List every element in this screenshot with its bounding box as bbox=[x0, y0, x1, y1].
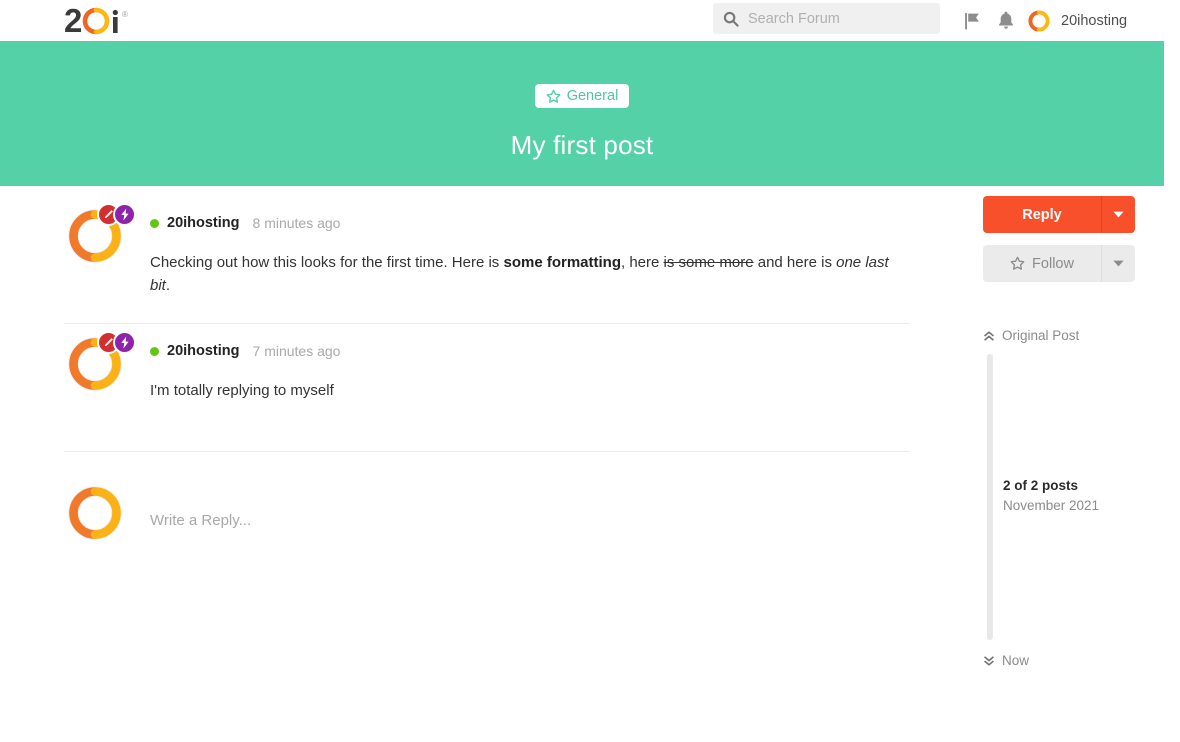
avatar bbox=[64, 482, 126, 544]
badge-bolt-icon[interactable] bbox=[113, 331, 136, 354]
post-actions-sidebar: Reply Follow Original Post 2 of 2 posts … bbox=[983, 196, 1135, 668]
reply-dropdown-toggle[interactable] bbox=[1101, 196, 1135, 233]
post-timeline: Original Post 2 of 2 posts November 2021… bbox=[983, 328, 1135, 668]
post-text-part-2: , here bbox=[621, 254, 664, 271]
reply-input[interactable]: Write a Reply... bbox=[64, 482, 910, 529]
svg-text:2: 2 bbox=[64, 6, 82, 36]
timeline-top-label: Original Post bbox=[1002, 328, 1080, 343]
follow-button-label: Follow bbox=[1032, 255, 1074, 272]
topic-banner: General My first post bbox=[0, 41, 1164, 186]
post-text-part-1: Checking out how this looks for the firs… bbox=[150, 254, 504, 271]
post-header: 20ihosting 8 minutes ago bbox=[64, 196, 910, 231]
star-outline-icon bbox=[1010, 256, 1025, 270]
timeline-post-count: 2 of 2 posts bbox=[1003, 478, 1079, 493]
20i-logo[interactable]: 2 ® bbox=[64, 3, 144, 39]
avatar-badge-group bbox=[97, 331, 136, 354]
user-name-label: 20ihosting bbox=[1061, 12, 1128, 29]
post-body: Checking out how this looks for the firs… bbox=[64, 231, 910, 297]
reply-composer[interactable]: Write a Reply... bbox=[64, 452, 910, 592]
star-outline-icon bbox=[546, 89, 561, 103]
avatar-badge-group bbox=[97, 203, 136, 226]
double-chevron-down-icon bbox=[984, 655, 994, 666]
post-text-strikethrough: is some more bbox=[663, 254, 754, 271]
timeline-bottom-label: Now bbox=[1002, 653, 1030, 668]
timeline-jump-to-original[interactable]: Original Post bbox=[983, 328, 1135, 343]
badge-bolt-icon[interactable] bbox=[113, 203, 136, 226]
post-body: I'm totally replying to myself bbox=[150, 382, 334, 399]
follow-split-button: Follow bbox=[983, 245, 1135, 282]
online-status-dot bbox=[150, 218, 159, 228]
chevron-down-icon bbox=[1113, 260, 1124, 267]
timeline-scrollbar[interactable] bbox=[987, 354, 993, 640]
reply-button[interactable]: Reply bbox=[983, 196, 1101, 233]
search-input[interactable] bbox=[748, 4, 928, 33]
timeline-date: November 2021 bbox=[1003, 497, 1100, 513]
post-text-bold: some formatting bbox=[503, 254, 621, 271]
search-box[interactable] bbox=[713, 3, 940, 34]
follow-dropdown-toggle[interactable] bbox=[1101, 245, 1135, 282]
category-badge-label: General bbox=[566, 87, 619, 104]
post-author[interactable]: 20ihosting bbox=[167, 215, 240, 231]
timeline-position-label: 2 of 2 posts November 2021 bbox=[1003, 476, 1099, 515]
top-navigation-bar: 2 ® Search Forum 20ihosting bbox=[0, 0, 1164, 41]
post-list: 20ihosting 8 minutes ago Checking out ho… bbox=[64, 196, 910, 592]
search-icon bbox=[723, 11, 739, 27]
topbar-icon-group bbox=[955, 0, 1023, 41]
page-title: My first post bbox=[510, 130, 654, 160]
avatar[interactable] bbox=[64, 203, 136, 267]
post-timestamp: 8 minutes ago bbox=[252, 215, 341, 231]
post-text-part-3: and here is bbox=[753, 254, 837, 271]
logo-mark: 2 ® bbox=[64, 6, 128, 36]
bell-icon[interactable] bbox=[989, 0, 1023, 41]
post-text-part-4: . bbox=[165, 276, 171, 294]
timeline-jump-to-now[interactable]: Now bbox=[983, 653, 1135, 668]
flag-icon[interactable] bbox=[955, 0, 989, 41]
avatar[interactable] bbox=[64, 331, 136, 395]
page-scrollbar-gutter[interactable] bbox=[1164, 0, 1180, 742]
svg-text:®: ® bbox=[122, 10, 128, 19]
reply-split-button: Reply bbox=[983, 196, 1135, 233]
post-timestamp: 7 minutes ago bbox=[252, 343, 341, 359]
chevron-down-icon bbox=[1113, 211, 1124, 218]
user-avatar-ring bbox=[1028, 9, 1050, 32]
table-row: 20ihosting 8 minutes ago Checking out ho… bbox=[64, 196, 910, 324]
double-chevron-up-icon bbox=[984, 330, 994, 341]
follow-button[interactable]: Follow bbox=[983, 245, 1101, 282]
online-status-dot bbox=[150, 346, 159, 356]
composer-avatar-ring bbox=[68, 486, 122, 540]
post-header: 20ihosting 7 minutes ago bbox=[64, 324, 910, 359]
post-author[interactable]: 20ihosting bbox=[167, 343, 240, 359]
user-menu[interactable]: 20ihosting bbox=[1026, 0, 1127, 41]
category-badge[interactable]: General bbox=[534, 84, 630, 108]
table-row: 20ihosting 7 minutes ago I'm totally rep… bbox=[64, 324, 910, 452]
